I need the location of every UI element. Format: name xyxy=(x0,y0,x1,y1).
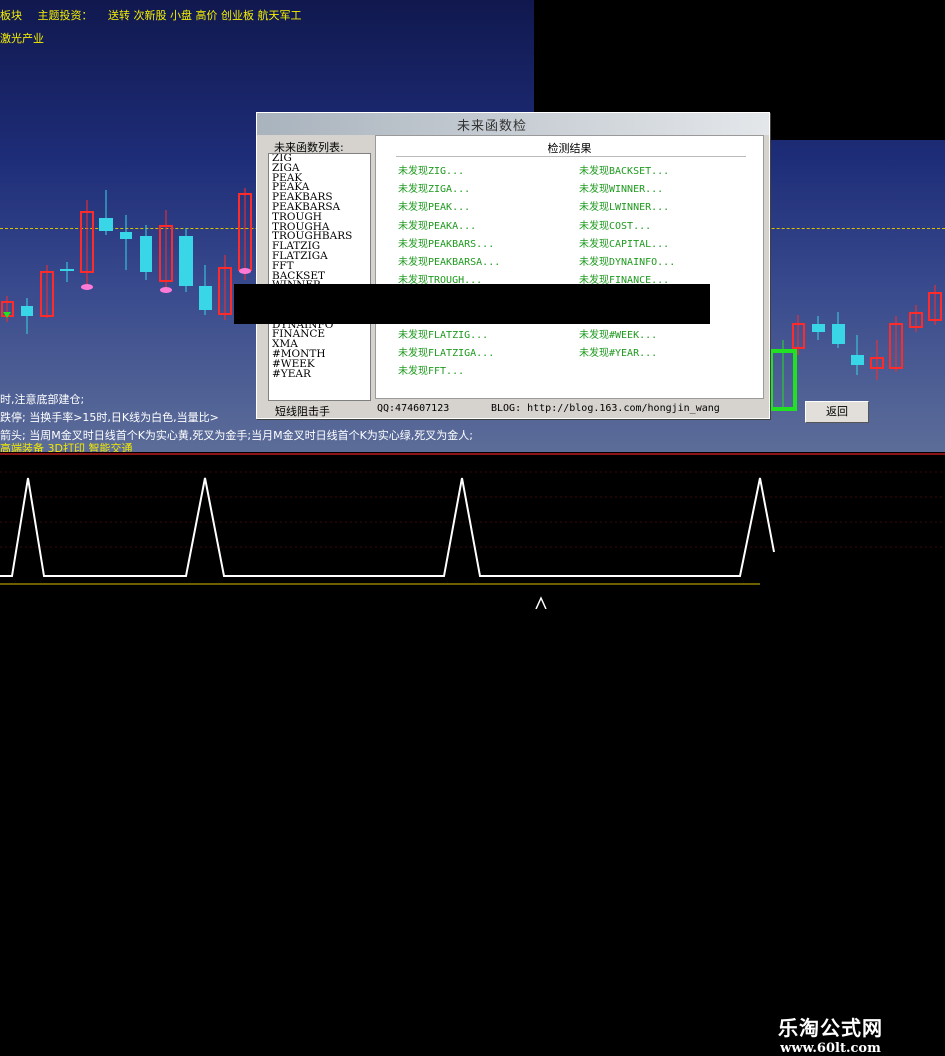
result-item: 未发现FFT... xyxy=(398,366,465,378)
divider xyxy=(396,156,746,157)
watermark-title: 乐淘公式网 xyxy=(778,1016,883,1040)
candle xyxy=(870,340,884,380)
dialog-title: 未来函数检 xyxy=(457,119,528,134)
qq-contact: QQ:474607123 xyxy=(377,403,450,414)
candle xyxy=(140,225,152,280)
indicator-line xyxy=(0,477,775,577)
indicator-line xyxy=(535,596,547,609)
candle xyxy=(40,265,54,318)
candle xyxy=(889,316,903,372)
indicator-chart xyxy=(0,453,945,609)
result-item: 未发现LWINNER... xyxy=(579,202,670,214)
candle xyxy=(792,315,805,355)
signal-marker xyxy=(160,287,172,293)
signal-marker xyxy=(81,284,93,290)
chart-note: 高端装备 3D打印 智能交通 xyxy=(0,442,133,452)
candle xyxy=(21,298,33,334)
result-item: 未发现PEAKA... xyxy=(398,220,477,232)
result-item: 未发现FLATZIGA... xyxy=(398,348,495,359)
candle xyxy=(60,262,74,282)
result-item: 未发现CAPITAL... xyxy=(579,238,670,250)
result-item: 未发现#YEAR... xyxy=(579,348,658,359)
candle xyxy=(812,316,825,340)
candle xyxy=(99,190,113,235)
watermark: 乐淘公式网 www.60lt.com xyxy=(778,1012,883,1056)
result-item: 未发现PEAK... xyxy=(398,202,471,214)
candle xyxy=(179,228,193,292)
redaction-block xyxy=(234,284,710,324)
candle xyxy=(120,215,132,270)
result-item: 未发现BACKSET... xyxy=(579,166,670,177)
candle xyxy=(1,296,14,322)
function-list[interactable]: ZIG ZIGA PEAK PEAKA PEAKBARS PEAKBARSA TROUGH T… xyxy=(268,153,371,401)
signal-marker xyxy=(239,268,251,274)
result-item: 未发现PEAKBARSA... xyxy=(398,257,501,268)
candle xyxy=(909,305,923,332)
dialog-title-bar[interactable]: 未来函数检 xyxy=(257,113,769,135)
results-panel: 检测结果 未发现ZIG... 未发现ZIGA... 未发现PEAK... 未发现PEA… xyxy=(375,135,869,423)
result-item: 未发现ZIG... xyxy=(398,166,465,177)
blog-link[interactable]: BLOG: http://blog.163.com/hongjin_wang xyxy=(491,403,720,414)
function-list-item[interactable]: #YEAR xyxy=(269,368,370,380)
result-item: 未发现PEAKBARS... xyxy=(398,238,495,250)
future-function-check-dialog[interactable]: 未来函数检 未来函数列表: ZIG ZIGA PEAK PEAKA PEAKBARS PE… xyxy=(256,112,869,423)
chart-note: 跌停; 当换手率>15时,日K线为白色,当量比> xyxy=(0,411,219,424)
candle xyxy=(159,210,173,292)
candle xyxy=(832,312,845,348)
candle xyxy=(218,255,232,320)
chart-note: 时,注意底部建仓; xyxy=(0,393,85,406)
result-item: 未发现WINNER... xyxy=(579,184,664,196)
candle xyxy=(928,285,942,325)
back-button[interactable]: 返回 xyxy=(805,401,869,423)
candle-highlight xyxy=(769,340,797,411)
candle xyxy=(851,335,864,375)
result-item: 未发现DYNAINFO... xyxy=(579,257,676,268)
results-title: 检测结果 xyxy=(547,142,592,155)
result-item: 未发现FLATZIG... xyxy=(398,329,489,341)
watermark-url: www.60lt.com xyxy=(780,1041,881,1056)
candle xyxy=(238,188,252,280)
indicator-panel[interactable]: 乐淘公式网 www.60lt.com xyxy=(0,452,945,1056)
candle xyxy=(199,265,212,315)
result-item: 未发现COST... xyxy=(579,220,652,232)
result-item: 未发现ZIGA... xyxy=(398,184,471,196)
author-label: 短线阻击手 xyxy=(275,405,330,418)
candle xyxy=(80,200,94,285)
result-item: 未发现#WEEK... xyxy=(579,329,658,341)
